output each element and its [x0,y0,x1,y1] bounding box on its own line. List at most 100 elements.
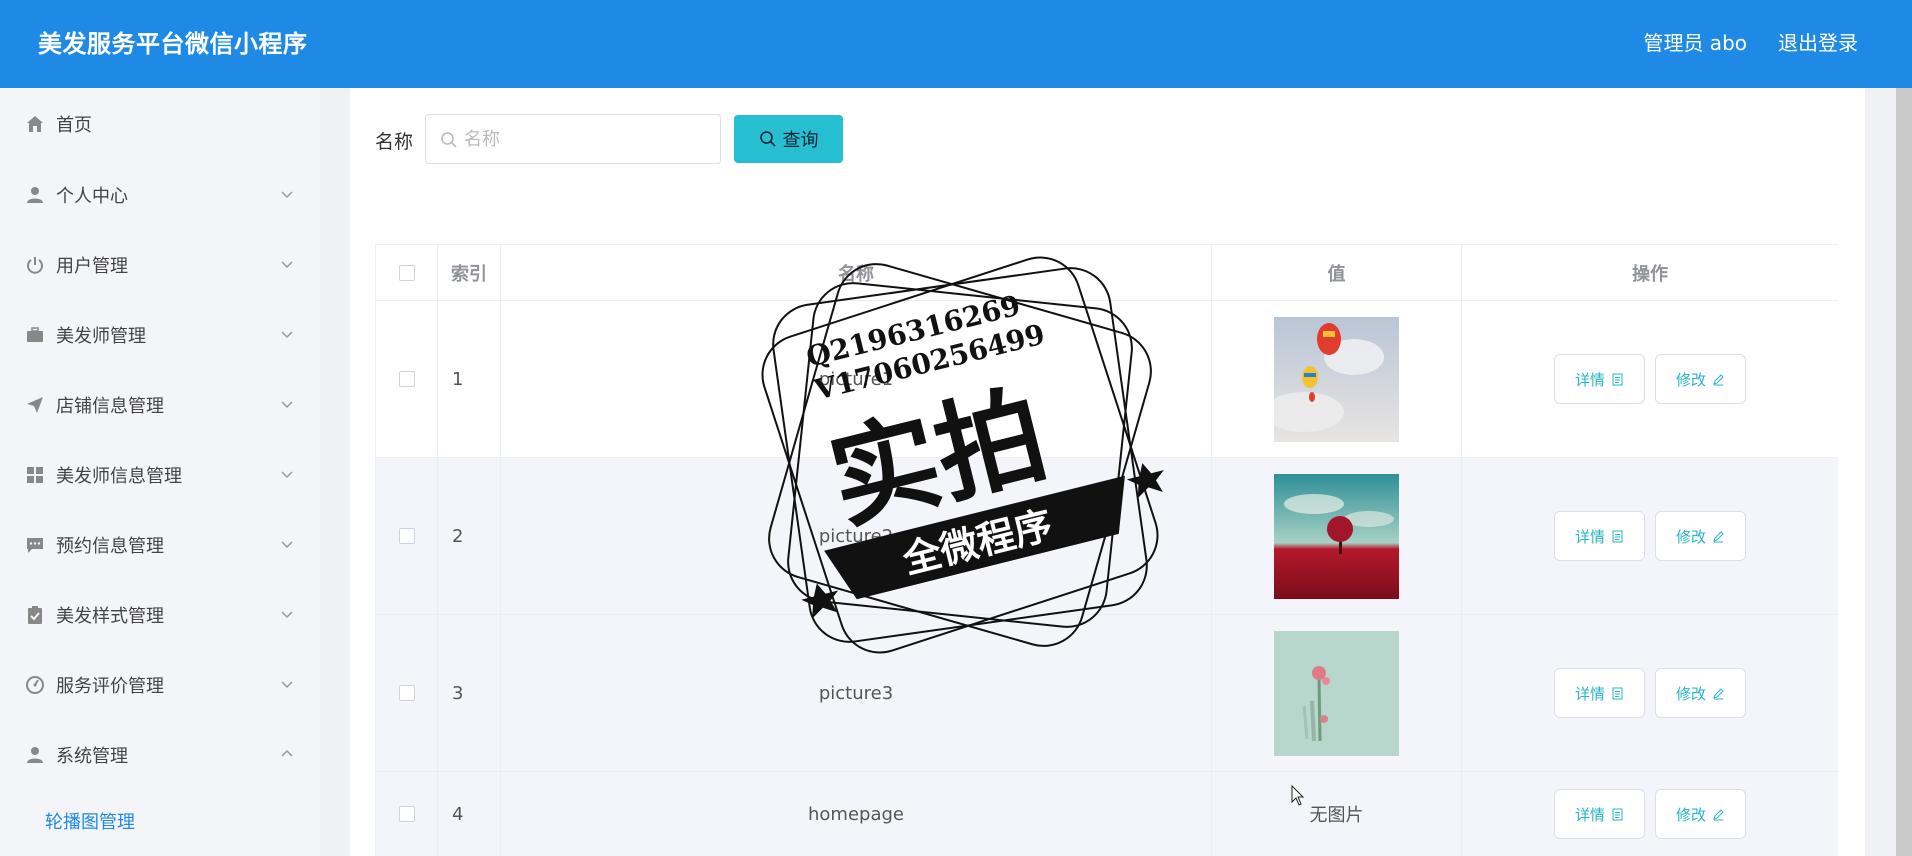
row-actions: 详情 修改 [1462,301,1838,457]
query-button-label: 查询 [782,130,819,151]
sidebar-item-stylist-management[interactable]: 美发师管理 [0,315,320,355]
column-header-actions: 操作 [1462,245,1838,301]
chevron-down-icon [281,681,293,689]
column-header-value: 值 [1212,245,1462,301]
sidebar-item-review-management[interactable]: 服务评价管理 [0,665,320,705]
user-icon [25,745,45,765]
sidebar-item-label: 预约信息管理 [56,536,164,557]
select-all-cell [376,245,438,301]
detail-button[interactable]: 详情 [1554,789,1645,839]
chevron-down-icon [281,261,293,269]
sidebar-item-stylist-info-management[interactable]: 美发师信息管理 [0,455,320,495]
select-all-checkbox[interactable] [398,264,415,281]
query-button[interactable]: 查询 [734,115,843,163]
row-index: 1 [438,301,501,457]
row-name: picture3 [501,615,1212,771]
table-row: 2 picture2 详情 修改 [376,458,1838,615]
sidebar-item-user-management[interactable]: 用户管理 [0,245,320,285]
edit-button-label: 修改 [1675,684,1706,703]
row-select-cell [376,458,438,614]
data-table: 索引 名称 值 操作 1 picture1 详情 修改 2 picture2 详… [375,244,1838,856]
edit-button[interactable]: 修改 [1655,789,1746,839]
search-icon [759,131,776,147]
table-row: 4 homepage 无图片 详情 修改 [376,772,1838,856]
balloon-image [1274,316,1399,442]
row-index: 4 [438,772,501,856]
row-index: 2 [438,458,501,614]
search-field[interactable] [425,114,721,164]
document-icon [1612,530,1623,542]
red-tree-image [1274,473,1399,599]
sidebar-item-label: 美发师管理 [56,326,146,347]
document-icon [1612,687,1623,699]
document-icon [1612,808,1623,820]
detail-button-label: 详情 [1574,370,1605,389]
row-name: picture2 [501,458,1212,614]
detail-button[interactable]: 详情 [1554,668,1645,718]
row-checkbox[interactable] [398,371,415,387]
detail-button[interactable]: 详情 [1554,354,1645,404]
row-value-cell [1212,301,1462,457]
sidebar-item-personal-center[interactable]: 个人中心 [0,175,320,215]
row-checkbox[interactable] [398,528,415,544]
detail-button[interactable]: 详情 [1554,511,1645,561]
detail-button-label: 详情 [1574,805,1605,824]
detail-button-label: 详情 [1574,527,1605,546]
send-icon [25,395,45,415]
chevron-down-icon [281,471,293,479]
sidebar-item-label: 店铺信息管理 [56,396,164,417]
pencil-icon [1713,808,1724,820]
current-user-label: 管理员 abo [1643,31,1747,55]
mouse-cursor-icon [1291,785,1305,806]
row-checkbox[interactable] [398,685,415,701]
pencil-icon [1713,687,1724,699]
search-input[interactable] [464,123,704,155]
home-icon [25,114,45,134]
sidebar-item-label: 美发师信息管理 [56,466,182,487]
row-value-cell [1212,615,1462,771]
row-select-cell [376,772,438,856]
document-icon [1612,373,1623,385]
row-checkbox[interactable] [398,806,415,822]
sidebar-item-label: 服务评价管理 [56,676,164,697]
edit-button-label: 修改 [1675,805,1706,824]
grid-icon [25,465,45,485]
briefcase-icon [25,325,45,345]
sidebar-item-hairstyle-management[interactable]: 美发样式管理 [0,595,320,635]
sidebar-item-home[interactable]: 首页 [0,104,320,144]
row-actions: 详情 修改 [1462,772,1838,856]
sidebar-item-label: 首页 [56,115,92,136]
row-actions: 详情 修改 [1462,458,1838,614]
edit-button[interactable]: 修改 [1655,354,1746,404]
logout-link[interactable]: 退出登录 [1778,27,1858,56]
message-icon [25,535,45,555]
column-header-name: 名称 [501,245,1212,301]
power-icon [25,255,45,275]
chevron-down-icon [281,191,293,199]
column-header-index: 索引 [438,245,501,301]
gauge-icon [25,675,45,695]
sidebar-item-shop-info-management[interactable]: 店铺信息管理 [0,385,320,425]
sidebar-item-label: 系统管理 [56,746,128,767]
row-select-cell [376,615,438,771]
vertical-scrollbar[interactable] [1896,88,1912,856]
chevron-down-icon [281,331,293,339]
sidebar-item-system-management[interactable]: 系统管理 [0,735,320,775]
row-index: 3 [438,615,501,771]
flower-image [1274,630,1399,756]
sidebar-item-label: 用户管理 [56,256,128,277]
clipboard-icon [25,605,45,625]
sidebar-item-label: 美发样式管理 [56,606,164,627]
sidebar-item-appointment-management[interactable]: 预约信息管理 [0,525,320,565]
search-label: 名称 [375,131,414,153]
edit-button[interactable]: 修改 [1655,668,1746,718]
sidebar-item-label: 个人中心 [56,186,128,207]
search-icon [441,132,457,148]
pencil-icon [1713,373,1724,385]
edit-button[interactable]: 修改 [1655,511,1746,561]
sidebar-subitem-carousel-management[interactable]: 轮播图管理 [45,808,135,834]
pencil-icon [1713,530,1724,542]
chevron-down-icon [281,611,293,619]
chevron-down-icon [281,401,293,409]
table-row: 3 picture3 详情 修改 [376,615,1838,772]
